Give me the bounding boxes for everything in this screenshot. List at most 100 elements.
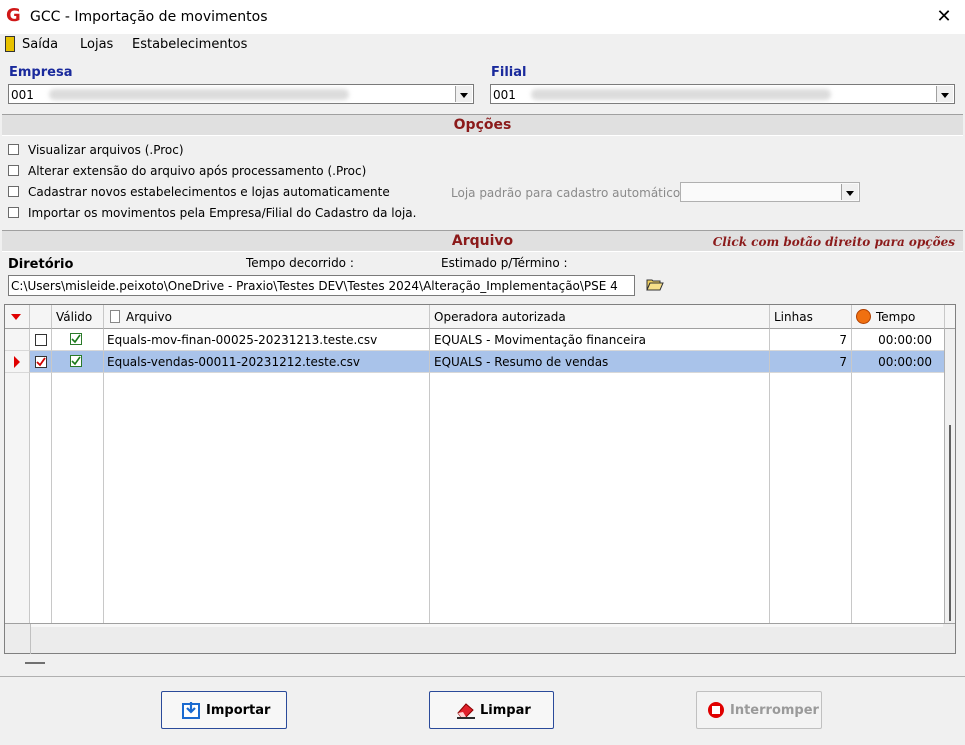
limpar-button[interactable]: Limpar	[429, 691, 554, 729]
tempo-value: 00:00:00	[878, 355, 932, 369]
column-divider	[51, 373, 52, 623]
grid-header-tempo[interactable]: Tempo	[852, 305, 945, 329]
chevron-down-icon[interactable]	[841, 184, 858, 200]
title-bar: G GCC - Importação de movimentos ✕	[0, 0, 965, 34]
app-logo-icon: G	[6, 5, 21, 26]
filial-redacted	[531, 89, 831, 100]
footer-divider	[30, 624, 31, 654]
sort-down-icon[interactable]	[11, 314, 21, 320]
limpar-label: Limpar	[480, 703, 531, 718]
option-label: Importar os movimentos pela Empresa/Fili…	[28, 206, 417, 220]
files-grid[interactable]: Válido Arquivo Operadora autorizada Linh…	[4, 304, 956, 654]
diretorio-input[interactable]: C:\Users\misleide.peixoto\OneDrive - Pra…	[8, 275, 635, 296]
option-label: Alterar extensão do arquivo após process…	[28, 164, 367, 178]
tempo-cell: 00:00:00	[852, 329, 945, 351]
importar-label: Importar	[206, 703, 271, 718]
grid-header-select[interactable]	[30, 305, 52, 329]
importar-button[interactable]: Importar	[161, 691, 287, 729]
option-visualizar[interactable]: Visualizar arquivos (.Proc)	[8, 143, 408, 159]
option-importar-empresa[interactable]: Importar os movimentos pela Empresa/Fili…	[8, 206, 428, 222]
header-label: Arquivo	[126, 310, 172, 324]
exit-door-icon	[5, 36, 15, 52]
operadora-value: EQUALS - Resumo de vendas	[434, 355, 609, 369]
window-title: GCC - Importação de movimentos	[30, 9, 268, 25]
menu-estabelecimentos[interactable]: Estabelecimentos	[132, 37, 247, 52]
alarm-clock-icon	[856, 309, 871, 324]
empresa-value: 001	[11, 88, 34, 102]
grid-header-filler	[945, 305, 955, 329]
column-divider	[851, 373, 852, 623]
empresa-redacted	[49, 89, 349, 100]
grid-header-arquivo[interactable]: Arquivo	[104, 305, 430, 329]
row-select-cell[interactable]	[30, 351, 52, 373]
operadora-cell: EQUALS - Movimentação financeira	[430, 329, 770, 351]
table-row-selected[interactable]: Equals-vendas-00011-20231212.teste.csv E…	[5, 351, 945, 373]
folder-open-icon[interactable]	[646, 277, 664, 291]
option-alterar-extensao[interactable]: Alterar extensão do arquivo após process…	[8, 164, 408, 180]
arquivo-cell: Equals-mov-finan-00025-20231213.teste.cs…	[104, 329, 430, 351]
linhas-cell: 7	[770, 351, 852, 373]
header-label: Linhas	[774, 310, 813, 324]
current-row-arrow-icon	[14, 356, 20, 368]
arquivo-header: Arquivo Click com botão direito para opç…	[2, 230, 963, 252]
operadora-cell: EQUALS - Resumo de vendas	[430, 351, 770, 373]
scrollbar-thumb[interactable]	[949, 425, 951, 621]
opcoes-title: Opções	[453, 117, 512, 133]
grid-footer	[5, 623, 955, 654]
grid-header-valido[interactable]: Válido	[52, 305, 104, 329]
filial-select[interactable]: 001	[490, 84, 955, 104]
row-select-checkbox[interactable]	[35, 356, 47, 368]
row-select-cell[interactable]	[30, 329, 52, 351]
vertical-scrollbar[interactable]	[945, 329, 955, 623]
column-divider	[769, 373, 770, 623]
grid-header-indicator[interactable]	[5, 305, 30, 329]
option-cadastrar[interactable]: Cadastrar novos estabelecimentos e lojas…	[8, 185, 408, 201]
grid-header-linhas[interactable]: Linhas	[770, 305, 852, 329]
tempo-decorrido-label: Tempo decorrido :	[246, 256, 354, 270]
column-divider	[429, 373, 430, 623]
checkbox[interactable]	[8, 144, 19, 155]
tempo-value: 00:00:00	[878, 333, 932, 347]
estimado-label: Estimado p/Término :	[441, 256, 568, 270]
checkbox[interactable]	[8, 207, 19, 218]
linhas-cell: 7	[770, 329, 852, 351]
check-icon[interactable]	[70, 333, 82, 345]
option-label: Cadastrar novos estabelecimentos e lojas…	[28, 185, 390, 199]
interromper-label: Interromper	[730, 703, 819, 718]
checkbox[interactable]	[8, 165, 19, 176]
row-indicator[interactable]	[5, 329, 30, 351]
checkbox[interactable]	[8, 186, 19, 197]
menu-bar: Saída Lojas Estabelecimentos	[0, 34, 965, 56]
valido-cell[interactable]	[52, 351, 104, 373]
diretorio-label: Diretório	[8, 257, 74, 272]
linhas-value: 7	[839, 333, 847, 347]
chevron-down-icon[interactable]	[455, 86, 472, 102]
file-icon	[110, 310, 120, 323]
header-label: Tempo	[876, 310, 916, 324]
empresa-select[interactable]: 001	[8, 84, 474, 104]
header-label: Operadora autorizada	[434, 310, 566, 324]
option-label: Visualizar arquivos (.Proc)	[28, 143, 184, 157]
row-indicator-column	[5, 373, 30, 623]
resize-grip-icon[interactable]	[25, 662, 45, 664]
close-button[interactable]: ✕	[925, 2, 963, 32]
menu-saida[interactable]: Saída	[22, 37, 58, 52]
valido-cell[interactable]	[52, 329, 104, 351]
tempo-cell: 00:00:00	[852, 351, 945, 373]
menu-lojas[interactable]: Lojas	[80, 37, 113, 52]
chevron-down-icon[interactable]	[936, 86, 953, 102]
footer-highlight	[31, 624, 943, 627]
header-label: Válido	[56, 310, 93, 324]
interromper-button[interactable]: Interromper	[696, 691, 822, 729]
filial-label: Filial	[491, 65, 527, 80]
diretorio-value: C:\Users\misleide.peixoto\OneDrive - Pra…	[11, 279, 618, 293]
loja-padrao-select[interactable]	[680, 182, 860, 202]
check-icon[interactable]	[70, 355, 82, 367]
grid-header-operadora[interactable]: Operadora autorizada	[430, 305, 770, 329]
divider	[0, 676, 965, 677]
filial-value: 001	[493, 88, 516, 102]
row-indicator[interactable]	[5, 351, 30, 373]
arquivo-value: Equals-vendas-00011-20231212.teste.csv	[107, 355, 360, 369]
table-row[interactable]: Equals-mov-finan-00025-20231213.teste.cs…	[5, 329, 945, 351]
row-select-checkbox[interactable]	[35, 334, 47, 346]
